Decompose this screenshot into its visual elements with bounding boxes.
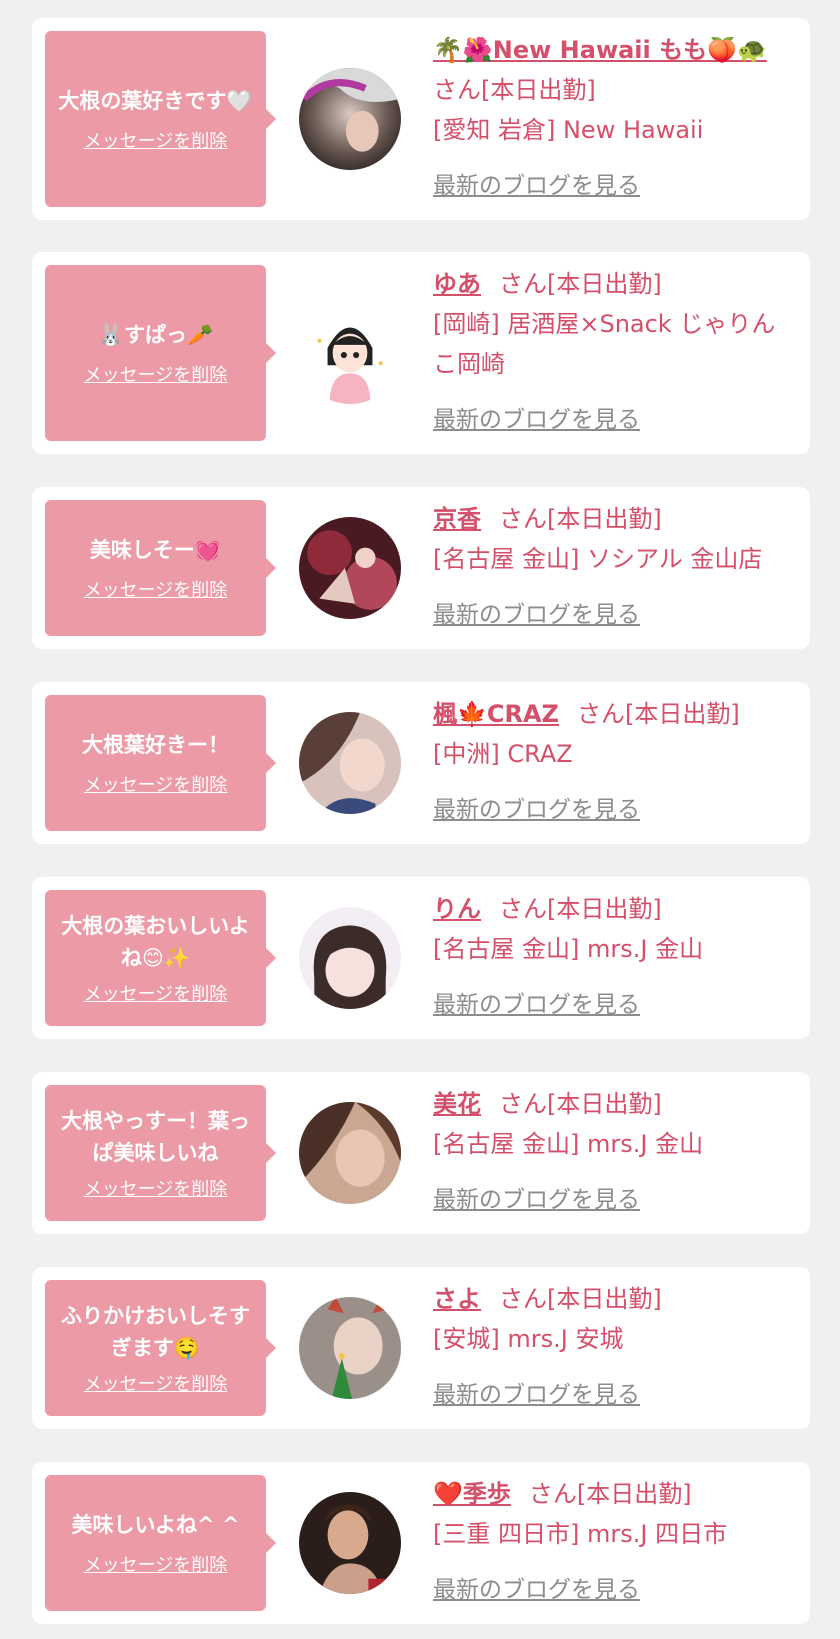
message-list: 大根の葉好きです🤍 メッセージを削除 🌴🌺New Hawaii もも🍑🐢 さん[… — [0, 0, 840, 1639]
list-item: 🐰すぱっ🥕 メッセージを削除 ゆあ さん[本日出勤] [岡崎] 居酒屋×Snack… — [32, 252, 810, 454]
message-text: 美味しそー💓 — [89, 538, 222, 562]
list-item: 大根葉好きー！ メッセージを削除 楓🍁CRAZ さん[本日出勤] [中洲] CRA… — [32, 682, 810, 844]
cast-name-link[interactable]: 楓🍁CRAZ — [433, 700, 559, 728]
delete-message-link[interactable]: メッセージを削除 — [84, 127, 228, 153]
delete-message-link[interactable]: メッセージを削除 — [84, 576, 228, 602]
avatar[interactable] — [299, 302, 401, 404]
message-text: 大根の葉好きです🤍 — [58, 89, 253, 113]
avatar[interactable] — [299, 907, 401, 1009]
message-bubble: 🐰すぱっ🥕 メッセージを削除 — [45, 265, 276, 441]
message-text: 大根の葉おいしいよね😊✨ — [61, 914, 250, 970]
cast-name-link[interactable]: 美花 — [433, 1090, 481, 1118]
delete-message-link[interactable]: メッセージを削除 — [84, 1551, 228, 1577]
cast-info: 🌴🌺New Hawaii もも🍑🐢 さん[本日出勤] [愛知 岩倉] New H… — [433, 30, 792, 150]
avatar-photo — [299, 907, 401, 1009]
view-blog-link[interactable]: 最新のブログを見る — [433, 790, 640, 824]
avatar-photo — [299, 1102, 401, 1204]
cast-name-line: ゆあ さん[本日出勤] — [433, 264, 792, 304]
message-bubble: 大根の葉好きです🤍 メッセージを削除 — [45, 31, 276, 207]
view-blog-link[interactable]: 最新のブログを見る — [433, 1570, 640, 1604]
cast-status: さん[本日出勤] — [499, 895, 662, 923]
cast-name-link[interactable]: さよ — [433, 1285, 481, 1313]
avatar[interactable] — [299, 68, 401, 170]
message-bubble: 大根の葉おいしいよね😊✨ メッセージを削除 — [45, 890, 276, 1026]
message-bubble: ふりかけおいしそすぎます🤤 メッセージを削除 — [45, 1280, 276, 1416]
cast-status: さん[本日出勤] — [499, 1090, 662, 1118]
list-item: 大根の葉おいしいよね😊✨ メッセージを削除 りん さん[本日出勤] [名古屋 金山… — [32, 877, 810, 1039]
cast-name-line: さよ さん[本日出勤] — [433, 1279, 792, 1319]
view-blog-link[interactable]: 最新のブログを見る — [433, 1180, 640, 1214]
shop-name: [名古屋 金山] ソシアル 金山店 — [433, 545, 763, 573]
cast-status: さん[本日出勤] — [499, 1285, 662, 1313]
delete-message-link[interactable]: メッセージを削除 — [84, 980, 228, 1006]
message-text: 🐰すぱっ🥕 — [97, 323, 214, 347]
cast-name-line: ❤️季歩 さん[本日出勤] — [433, 1474, 792, 1514]
avatar-photo — [299, 68, 401, 170]
delete-message-link[interactable]: メッセージを削除 — [84, 1175, 228, 1201]
list-item: 美味しいよね^ ^ メッセージを削除 ❤️季歩 さん[本日出勤] [三重 四日市]… — [32, 1462, 810, 1624]
cast-name-line: 美花 さん[本日出勤] — [433, 1084, 792, 1124]
view-blog-link[interactable]: 最新のブログを見る — [433, 1375, 640, 1409]
cast-info: さよ さん[本日出勤] [安城] mrs.J 安城 — [433, 1279, 792, 1359]
cast-name-link[interactable]: りん — [433, 895, 481, 923]
cast-name-link[interactable]: 京香 — [433, 505, 481, 533]
cast-status: さん[本日出勤] — [499, 505, 662, 533]
avatar[interactable] — [299, 712, 401, 814]
cast-status: さん[本日出勤] — [528, 1480, 692, 1508]
cast-status: さん[本日出勤] — [576, 700, 740, 728]
cast-info: ❤️季歩 さん[本日出勤] [三重 四日市] mrs.J 四日市 — [433, 1474, 792, 1554]
message-bubble: 美味しいよね^ ^ メッセージを削除 — [45, 1475, 276, 1611]
shop-name: [名古屋 金山] mrs.J 金山 — [433, 1130, 704, 1158]
delete-message-link[interactable]: メッセージを削除 — [84, 1370, 228, 1396]
message-text: ふりかけおいしそすぎます🤤 — [61, 1304, 250, 1360]
cast-name-line: 楓🍁CRAZ さん[本日出勤] — [433, 694, 792, 734]
avatar-photo — [299, 712, 401, 814]
cast-info: 楓🍁CRAZ さん[本日出勤] [中洲] CRAZ — [433, 694, 792, 774]
avatar[interactable] — [299, 1492, 401, 1594]
avatar[interactable] — [299, 1102, 401, 1204]
message-text: 大根やっすー！葉っぱ美味しいね — [61, 1109, 250, 1165]
message-bubble: 大根葉好きー！ メッセージを削除 — [45, 695, 276, 831]
shop-name: [安城] mrs.J 安城 — [433, 1325, 624, 1353]
shop-name: [三重 四日市] mrs.J 四日市 — [433, 1520, 728, 1548]
shop-name: [中洲] CRAZ — [433, 740, 573, 768]
avatar-illustration — [299, 302, 401, 404]
cast-name-link[interactable]: 🌴🌺New Hawaii もも🍑🐢 — [433, 36, 767, 64]
view-blog-link[interactable]: 最新のブログを見る — [433, 400, 640, 434]
cast-info: ゆあ さん[本日出勤] [岡崎] 居酒屋×Snack じゃりんこ岡崎 — [433, 264, 792, 384]
cast-info: 美花 さん[本日出勤] [名古屋 金山] mrs.J 金山 — [433, 1084, 792, 1164]
list-item: 大根の葉好きです🤍 メッセージを削除 🌴🌺New Hawaii もも🍑🐢 さん[… — [32, 18, 810, 220]
cast-name-line: 京香 さん[本日出勤] — [433, 499, 792, 539]
cast-name-link[interactable]: ゆあ — [433, 270, 481, 298]
avatar-photo — [299, 517, 401, 619]
message-text: 大根葉好きー！ — [82, 733, 229, 757]
avatar[interactable] — [299, 517, 401, 619]
avatar-photo — [299, 1492, 401, 1594]
shop-name: [名古屋 金山] mrs.J 金山 — [433, 935, 704, 963]
list-item: 大根やっすー！葉っぱ美味しいね メッセージを削除 美花 さん[本日出勤] [名古屋… — [32, 1072, 810, 1234]
cast-info: 京香 さん[本日出勤] [名古屋 金山] ソシアル 金山店 — [433, 499, 792, 579]
message-bubble: 大根やっすー！葉っぱ美味しいね メッセージを削除 — [45, 1085, 276, 1221]
message-text: 美味しいよね^ ^ — [71, 1513, 240, 1537]
shop-name: [岡崎] 居酒屋×Snack じゃりんこ岡崎 — [433, 310, 776, 378]
avatar-photo — [299, 1297, 401, 1399]
delete-message-link[interactable]: メッセージを削除 — [84, 361, 228, 387]
cast-info: りん さん[本日出勤] [名古屋 金山] mrs.J 金山 — [433, 889, 792, 969]
cast-status: さん[本日出勤] — [433, 76, 596, 104]
cast-name-line: りん さん[本日出勤] — [433, 889, 792, 929]
list-item: 美味しそー💓 メッセージを削除 京香 さん[本日出勤] [名古屋 金山] ソシアル… — [32, 487, 810, 649]
message-bubble: 美味しそー💓 メッセージを削除 — [45, 500, 276, 636]
cast-name-link[interactable]: ❤️季歩 — [433, 1480, 511, 1508]
list-item: ふりかけおいしそすぎます🤤 メッセージを削除 さよ さん[本日出勤] [安城] m… — [32, 1267, 810, 1429]
cast-status: さん[本日出勤] — [499, 270, 662, 298]
delete-message-link[interactable]: メッセージを削除 — [84, 771, 228, 797]
cast-name-line: 🌴🌺New Hawaii もも🍑🐢 さん[本日出勤] — [433, 30, 792, 110]
shop-name: [愛知 岩倉] New Hawaii — [433, 116, 704, 144]
view-blog-link[interactable]: 最新のブログを見る — [433, 595, 640, 629]
avatar[interactable] — [299, 1297, 401, 1399]
view-blog-link[interactable]: 最新のブログを見る — [433, 985, 640, 1019]
view-blog-link[interactable]: 最新のブログを見る — [433, 166, 640, 200]
